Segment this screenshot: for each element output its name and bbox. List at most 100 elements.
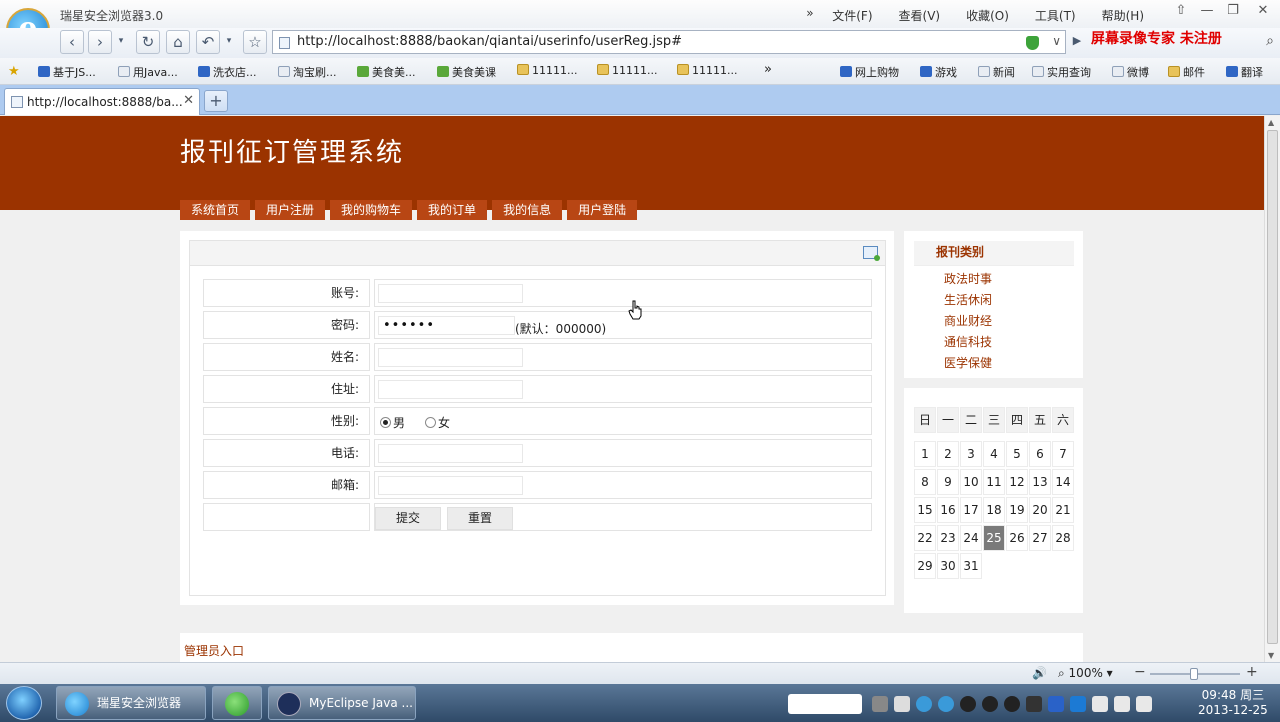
favorites-more-icon[interactable]: » xyxy=(764,62,772,77)
fav-folder[interactable]: 11111... xyxy=(517,64,577,77)
calendar-day[interactable]: 22 xyxy=(914,525,936,551)
tray-app-icon[interactable] xyxy=(1026,696,1042,712)
fav-item[interactable]: 淘宝刷... xyxy=(278,64,337,80)
phone-input[interactable] xyxy=(378,444,523,463)
fav-item[interactable]: 用Java... xyxy=(118,64,178,80)
calendar-day[interactable]: 3 xyxy=(960,441,982,467)
tray-flag-icon[interactable] xyxy=(1092,696,1108,712)
security-shield-icon[interactable] xyxy=(1026,36,1039,50)
tray-qq-icon[interactable] xyxy=(1004,696,1020,712)
zoom-slider[interactable] xyxy=(1150,668,1240,680)
new-tab-button[interactable]: + xyxy=(204,90,228,112)
tray-network-icon[interactable] xyxy=(894,696,910,712)
calendar-day[interactable]: 29 xyxy=(914,553,936,579)
search-icon[interactable]: ⌕ xyxy=(1266,33,1274,49)
taskbar-item-myeclipse[interactable]: MyEclipse Java ... xyxy=(268,686,416,720)
address-dropdown-icon[interactable]: ∨ xyxy=(1052,34,1061,48)
quick-link-query[interactable]: 实用查询 xyxy=(1032,64,1091,80)
tray-qq-icon[interactable] xyxy=(960,696,976,712)
tray-keyboard-icon[interactable] xyxy=(872,696,888,712)
scrollbar-thumb[interactable] xyxy=(1267,130,1278,644)
fav-item[interactable]: 基于JS... xyxy=(38,64,96,80)
go-arrow-icon[interactable]: ▶ xyxy=(1068,30,1086,54)
sound-icon[interactable]: 🔊 xyxy=(1032,666,1047,680)
undo-dropdown-icon[interactable]: ▾ xyxy=(222,30,236,54)
nav-home[interactable]: 系统首页 xyxy=(180,200,251,220)
category-item[interactable]: 政法时事 xyxy=(944,269,992,290)
minimize-button[interactable]: — xyxy=(1194,0,1220,22)
name-input[interactable] xyxy=(378,348,523,367)
scroll-down-icon[interactable]: ▼ xyxy=(1268,651,1274,660)
tray-volume-icon[interactable] xyxy=(1136,696,1152,712)
calendar-day[interactable]: 28 xyxy=(1052,525,1074,551)
fav-folder[interactable]: 11111... xyxy=(597,64,657,77)
zoom-in-icon[interactable]: + xyxy=(1246,664,1258,680)
quick-link-shopping[interactable]: 网上购物 xyxy=(840,64,899,80)
calendar-day[interactable]: 7 xyxy=(1052,441,1074,467)
tray-shield-icon[interactable] xyxy=(1070,696,1086,712)
tab-close-icon[interactable]: ✕ xyxy=(183,93,194,108)
menu-view[interactable]: 查看(V) xyxy=(899,7,941,24)
calendar-day[interactable]: 20 xyxy=(1029,497,1051,523)
start-button[interactable] xyxy=(6,686,42,720)
password-input[interactable]: •••••• xyxy=(378,316,515,335)
pin-icon[interactable]: ⇧ xyxy=(1168,0,1194,22)
fav-item[interactable]: 美食美... xyxy=(357,64,416,80)
menu-tools[interactable]: 工具(T) xyxy=(1035,7,1076,24)
calendar-day[interactable]: 27 xyxy=(1029,525,1051,551)
email-input[interactable] xyxy=(378,476,523,495)
calendar-day[interactable]: 24 xyxy=(960,525,982,551)
history-dropdown-icon[interactable]: ▾ xyxy=(114,30,128,54)
home-button[interactable]: ⌂ xyxy=(166,30,190,54)
taskbar-item-green[interactable] xyxy=(212,686,262,720)
tray-search-box[interactable] xyxy=(788,694,862,714)
menu-more-icon[interactable]: » xyxy=(806,6,813,20)
tray-power-icon[interactable] xyxy=(1114,696,1130,712)
address-url[interactable]: http://localhost:8888/baokan/qiantai/use… xyxy=(297,34,682,49)
calendar-day[interactable]: 9 xyxy=(937,469,959,495)
category-item[interactable]: 通信科技 xyxy=(944,332,992,353)
address-bar[interactable]: http://localhost:8888/baokan/qiantai/use… xyxy=(272,30,1066,54)
nav-orders[interactable]: 我的订单 xyxy=(417,200,488,220)
reset-button[interactable]: 重置 xyxy=(447,507,513,530)
scroll-up-icon[interactable]: ▲ xyxy=(1268,118,1274,127)
calendar-day[interactable]: 5 xyxy=(1006,441,1028,467)
menu-file[interactable]: 文件(F) xyxy=(832,7,872,24)
restore-button[interactable]: ❐ xyxy=(1220,0,1246,22)
category-item[interactable]: 生活休闲 xyxy=(944,290,992,311)
calendar-day[interactable]: 10 xyxy=(960,469,982,495)
calendar-day-today[interactable]: 25 xyxy=(983,525,1005,551)
refresh-button[interactable]: ↻ xyxy=(136,30,160,54)
calendar-day[interactable]: 26 xyxy=(1006,525,1028,551)
quick-link-games[interactable]: 游戏 xyxy=(920,64,957,80)
nav-my-info[interactable]: 我的信息 xyxy=(492,200,563,220)
admin-entry-link[interactable]: 管理员入口 xyxy=(184,642,244,659)
calendar-day[interactable]: 13 xyxy=(1029,469,1051,495)
calendar-day[interactable]: 31 xyxy=(960,553,982,579)
calendar-day[interactable]: 6 xyxy=(1029,441,1051,467)
favorite-star-button[interactable]: ☆ xyxy=(243,30,267,54)
calendar-day[interactable]: 14 xyxy=(1052,469,1074,495)
quick-link-translate[interactable]: 翻译 xyxy=(1226,64,1263,80)
quick-link-weibo[interactable]: 微博 xyxy=(1112,64,1149,80)
fav-folder[interactable]: 11111... xyxy=(677,64,737,77)
calendar-day[interactable]: 23 xyxy=(937,525,959,551)
quick-link-news[interactable]: 新闻 xyxy=(978,64,1015,80)
tray-ie-icon[interactable] xyxy=(916,696,932,712)
gender-female-radio[interactable]: 女 xyxy=(425,414,450,431)
fav-item[interactable]: 美食美课 xyxy=(437,64,496,80)
taskbar-item-browser[interactable]: 瑞星安全浏览器 xyxy=(56,686,206,720)
category-item[interactable]: 医学保健 xyxy=(944,353,992,374)
nav-register[interactable]: 用户注册 xyxy=(255,200,326,220)
menu-help[interactable]: 帮助(H) xyxy=(1102,7,1144,24)
calendar-day[interactable]: 21 xyxy=(1052,497,1074,523)
favorites-star-icon[interactable]: ★ xyxy=(8,64,20,79)
tray-qq-icon[interactable] xyxy=(982,696,998,712)
vertical-scrollbar[interactable]: ▲ ▼ xyxy=(1264,116,1280,662)
tab-active[interactable]: http://localhost:8888/ba... ✕ xyxy=(4,88,200,115)
account-input[interactable] xyxy=(378,284,523,303)
calendar-day[interactable]: 1 xyxy=(914,441,936,467)
close-button[interactable]: ✕ xyxy=(1246,0,1280,22)
nav-cart[interactable]: 我的购物车 xyxy=(330,200,413,220)
calendar-day[interactable]: 12 xyxy=(1006,469,1028,495)
